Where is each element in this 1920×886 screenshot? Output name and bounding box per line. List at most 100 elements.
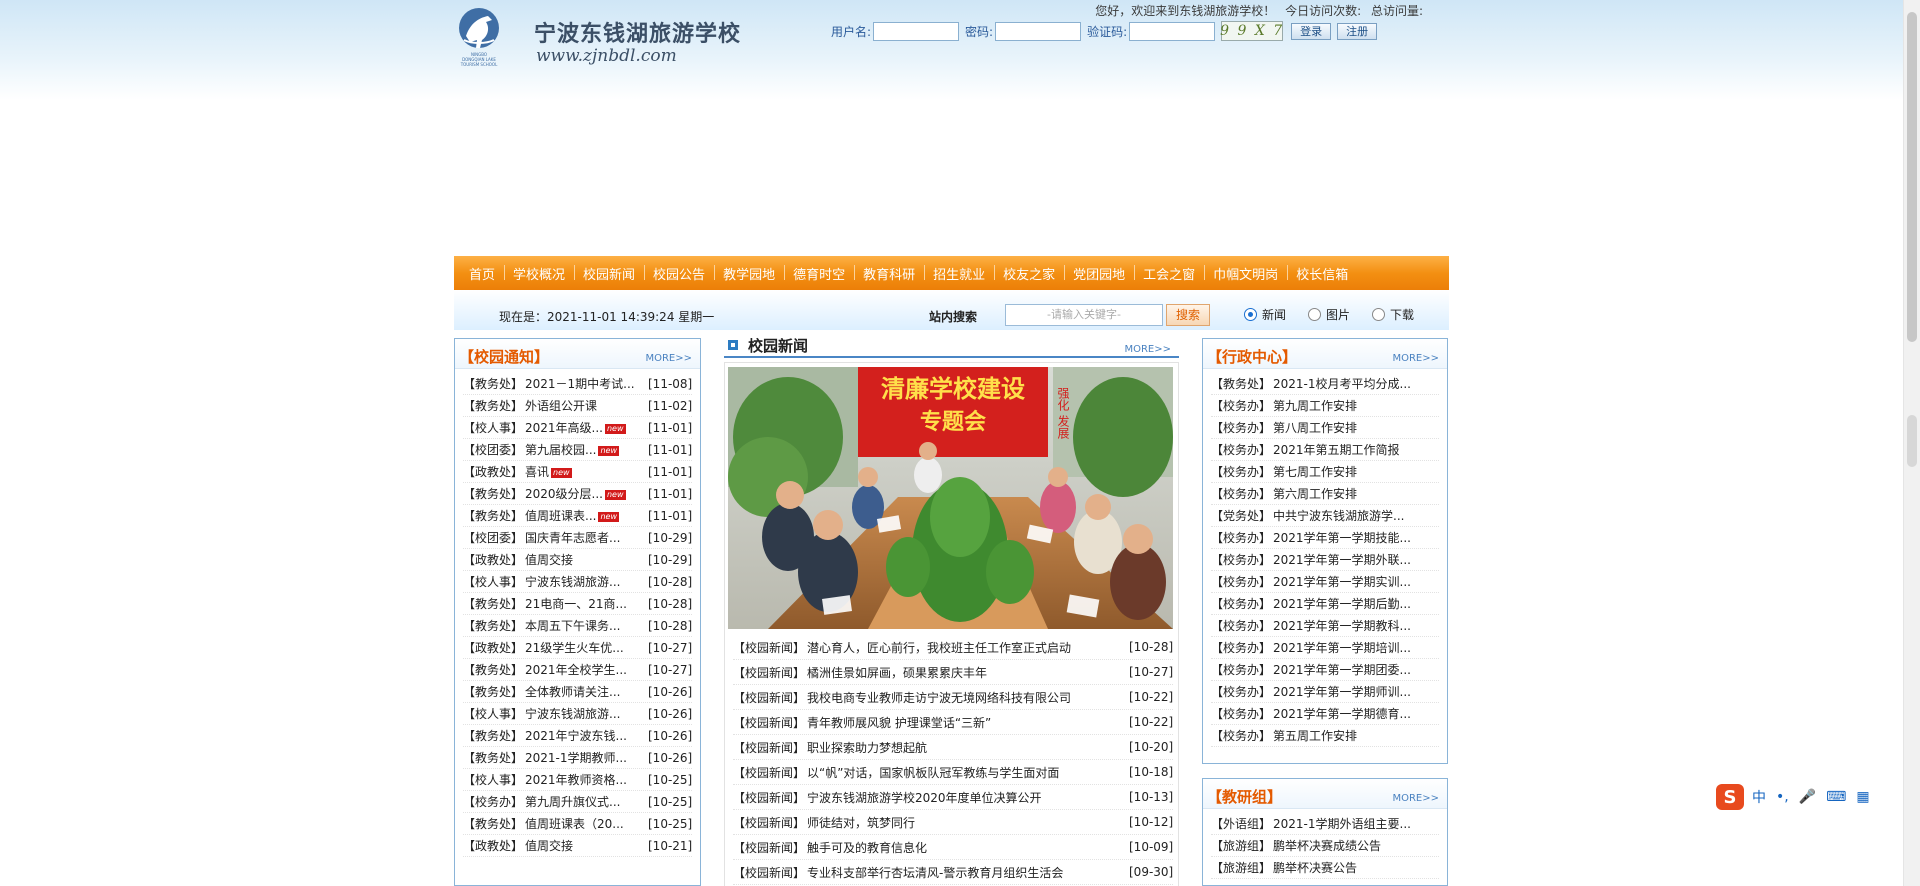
ime-menu-icon[interactable]: ▦ <box>1856 789 1869 805</box>
notice-title-link[interactable]: 2021年宁波东钱... <box>525 727 648 744</box>
news-row[interactable]: 【校园新闻】 专业科支部举行杏坛清风-警示教育月组织生活会 [09-30] <box>733 860 1173 885</box>
notice-title-link[interactable]: 值周班课表（20... <box>525 815 648 832</box>
news-row[interactable]: 【校园新闻】 宁波东钱湖旅游学校2020年度单位决算公开 [10-13] <box>733 785 1173 810</box>
notice-title-link[interactable]: 喜讯 new <box>525 463 648 480</box>
notice-title-link[interactable]: 宁波东钱湖旅游... <box>525 573 648 590</box>
notice-title-link[interactable]: 国庆青年志愿者... <box>525 529 648 546</box>
search-input[interactable]: -请输入关键字- <box>1005 304 1163 326</box>
sogou-logo-icon[interactable]: S <box>1716 784 1744 810</box>
notice-row[interactable]: 【校团委】 第九届校园... new [11-01] <box>463 439 692 461</box>
notice-title-link[interactable]: 2021-1学期教师... <box>525 749 648 766</box>
admin-row[interactable]: 【校务办】 2021学年第一学期实训... <box>1211 571 1439 593</box>
notice-row[interactable]: 【教务处】 2020级分层... new [11-01] <box>463 483 692 505</box>
admin-row[interactable]: 【校务办】 第五周工作安排 <box>1211 725 1439 747</box>
notice-row[interactable]: 【政教处】 值周交接 [10-21] <box>463 835 692 857</box>
admin-row[interactable]: 【校务办】 2021学年第一学期德育... <box>1211 703 1439 725</box>
nav-item[interactable]: 首页 <box>460 264 504 283</box>
username-input[interactable] <box>873 21 960 41</box>
news-title-link[interactable]: 师徒结对，筑梦同行 <box>807 814 1129 831</box>
password-input[interactable] <box>995 21 1082 41</box>
nav-item[interactable]: 招生就业 <box>924 264 994 283</box>
notice-row[interactable]: 【校人事】 宁波东钱湖旅游... [10-26] <box>463 703 692 725</box>
school-logo[interactable]: NINGBO DONGQIAN LAKE TOURISM SCHOOL 宁波东钱… <box>454 6 744 70</box>
news-title-link[interactable]: 青年教师展风貌 护理课堂话“三新” <box>807 714 1129 731</box>
news-title-link[interactable]: 以“帆”对话，国家帆板队冠军教练与学生面对面 <box>807 764 1129 781</box>
news-title-link[interactable]: 潜心育人，匠心前行，我校班主任工作室正式启动 <box>807 639 1129 656</box>
admin-title-link[interactable]: 第九周工作安排 <box>1273 397 1439 414</box>
admin-row[interactable]: 【校务办】 2021学年第一学期后勤... <box>1211 593 1439 615</box>
search-type-radio[interactable]: 下载 <box>1372 306 1414 323</box>
notice-row[interactable]: 【校务办】 第九周升旗仪式... [10-25] <box>463 791 692 813</box>
admin-row[interactable]: 【校务办】 第六周工作安排 <box>1211 483 1439 505</box>
radio-circle-icon[interactable] <box>1244 308 1257 321</box>
notice-row[interactable]: 【教务处】 值周班课表... new [11-01] <box>463 505 692 527</box>
news-row[interactable]: 【校园新闻】 师徒结对，筑梦同行 [10-12] <box>733 810 1173 835</box>
notice-row[interactable]: 【政教处】 21级学生火车优... [10-27] <box>463 637 692 659</box>
notice-title-link[interactable]: 21级学生火车优... <box>525 639 648 656</box>
search-type-radio[interactable]: 新闻 <box>1244 306 1286 323</box>
notice-row[interactable]: 【教务处】 2021-1学期教师... [10-26] <box>463 747 692 769</box>
news-row[interactable]: 【校园新闻】 青年教师展风貌 护理课堂话“三新” [10-22] <box>733 710 1173 735</box>
news-title-link[interactable]: 触手可及的教育信息化 <box>807 839 1129 856</box>
admin-title-link[interactable]: 2021-1校月考平均分成... <box>1273 375 1439 392</box>
notice-title-link[interactable]: 2021年全校学生... <box>525 661 648 678</box>
admin-row[interactable]: 【校务办】 2021学年第一学期团委... <box>1211 659 1439 681</box>
notice-row[interactable]: 【教务处】 全体教师请关注... [10-26] <box>463 681 692 703</box>
notice-title-link[interactable]: 第九届校园... new <box>525 441 648 458</box>
register-button[interactable]: 注册 <box>1337 22 1378 40</box>
search-button[interactable]: 搜索 <box>1166 304 1210 326</box>
news-row[interactable]: 【校园新闻】 职业探索助力梦想起航 [10-20] <box>733 735 1173 760</box>
admin-row[interactable]: 【校务办】 2021学年第一学期师训... <box>1211 681 1439 703</box>
admin-title-link[interactable]: 第五周工作安排 <box>1273 727 1439 744</box>
admin-title-link[interactable]: 2021学年第一学期实训... <box>1273 573 1439 590</box>
admin-row[interactable]: 【教务处】 2021-1校月考平均分成... <box>1211 373 1439 395</box>
research-row[interactable]: 【旅游组】 鹏举杯决赛成绩公告 <box>1211 835 1439 857</box>
admin-row[interactable]: 【校务办】 第七周工作安排 <box>1211 461 1439 483</box>
notice-row[interactable]: 【政教处】 值周交接 [10-29] <box>463 549 692 571</box>
notice-title-link[interactable]: 值周交接 <box>525 837 648 854</box>
radio-circle-icon[interactable] <box>1308 308 1322 321</box>
admin-title-link[interactable]: 2021学年第一学期技能... <box>1273 529 1439 546</box>
notice-row[interactable]: 【校人事】 2021年教师资格... [10-25] <box>463 769 692 791</box>
nav-item[interactable]: 教学园地 <box>714 264 784 283</box>
notice-title-link[interactable]: 外语组公开课 <box>525 397 648 414</box>
login-button[interactable]: 登录 <box>1291 22 1332 40</box>
news-row[interactable]: 【校园新闻】 潜心育人，匠心前行，我校班主任工作室正式启动 [10-28] <box>733 635 1173 660</box>
research-row[interactable]: 【外语组】 2021-1学期外语组主要... <box>1211 813 1439 835</box>
nav-item[interactable]: 工会之窗 <box>1134 264 1204 283</box>
notice-row[interactable]: 【校团委】 国庆青年志愿者... [10-29] <box>463 527 692 549</box>
nav-item[interactable]: 校园公告 <box>644 264 714 283</box>
nav-item[interactable]: 教育科研 <box>854 264 924 283</box>
ime-chinese-mode[interactable]: 中 <box>1752 787 1766 807</box>
news-title-link[interactable]: 我校电商专业教师走访宁波无境网络科技有限公司 <box>807 689 1129 706</box>
captcha-input[interactable] <box>1129 21 1216 41</box>
news-photo[interactable]: 清廉学校建设 专题会 强化 发展 <box>728 367 1173 629</box>
news-more-link[interactable]: MORE>> <box>1124 344 1171 355</box>
captcha-image[interactable]: 9 9 X 7 <box>1220 21 1284 41</box>
news-row[interactable]: 【校园新闻】 我校电商专业教师走访宁波无境网络科技有限公司 [10-22] <box>733 685 1173 710</box>
research-more-link[interactable]: MORE>> <box>1392 793 1439 804</box>
admin-row[interactable]: 【校务办】 2021学年第一学期培训... <box>1211 637 1439 659</box>
admin-title-link[interactable]: 2021学年第一学期德育... <box>1273 705 1439 722</box>
admin-row[interactable]: 【校务办】 2021学年第一学期教科... <box>1211 615 1439 637</box>
nav-item[interactable]: 党团园地 <box>1064 264 1134 283</box>
notice-row[interactable]: 【校人事】 2021年高级... new [11-01] <box>463 417 692 439</box>
nav-item[interactable]: 校长信箱 <box>1287 264 1357 283</box>
admin-title-link[interactable]: 第八周工作安排 <box>1273 419 1439 436</box>
research-title-link[interactable]: 鹏举杯决赛公告 <box>1273 859 1439 876</box>
admin-row[interactable]: 【党务处】 中共宁波东钱湖旅游学... <box>1211 505 1439 527</box>
notice-row[interactable]: 【校人事】 宁波东钱湖旅游... [10-28] <box>463 571 692 593</box>
admin-title-link[interactable]: 2021学年第一学期外联... <box>1273 551 1439 568</box>
nav-item[interactable]: 校友之家 <box>994 264 1064 283</box>
admin-row[interactable]: 【校务办】 2021年第五期工作简报 <box>1211 439 1439 461</box>
admin-row[interactable]: 【校务办】 2021学年第一学期外联... <box>1211 549 1439 571</box>
scrollbar-thumb[interactable] <box>1907 12 1917 342</box>
admin-title-link[interactable]: 中共宁波东钱湖旅游学... <box>1273 507 1439 524</box>
news-title-link[interactable]: 职业探索助力梦想起航 <box>807 739 1129 756</box>
admin-row[interactable]: 【校务办】 第九周工作安排 <box>1211 395 1439 417</box>
admin-row[interactable]: 【校务办】 2021学年第一学期技能... <box>1211 527 1439 549</box>
notice-title-link[interactable]: 2021－1期中考试... <box>525 375 648 392</box>
notice-more-link[interactable]: MORE>> <box>645 353 692 364</box>
admin-title-link[interactable]: 第七周工作安排 <box>1273 463 1439 480</box>
admin-title-link[interactable]: 第六周工作安排 <box>1273 485 1439 502</box>
